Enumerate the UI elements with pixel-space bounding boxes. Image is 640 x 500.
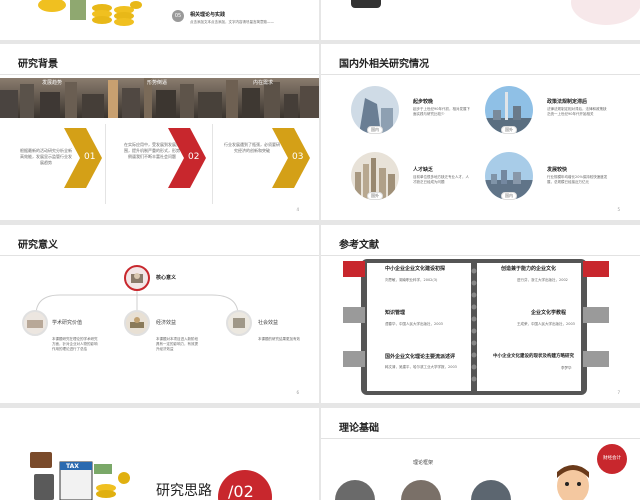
red-ribbon-1 [343,261,365,277]
slide-2[interactable] [321,0,640,40]
economic-benefit-icon [124,310,150,336]
column-divider [105,124,106,204]
slide-title: 国内外相关研究情况 [339,59,429,70]
finance-illustration: TAX [24,444,134,500]
slide-research-significance[interactable]: 研究意义 核心意义 学术研究价值 本课题研究在理论的学术研究方面，针对企业对人物… [0,225,319,403]
dark-shape-decoration [351,0,381,8]
section-description: 点击添加文本点击添加，文字内容请尽量言简意赅—— [190,20,274,24]
economic-benefit-label: 经济效益 [156,320,177,326]
slide-references[interactable]: 参考文献 中小企业企业文化建设初探 刘思敏，湖南职业科学，2002(3) 创造兼… [321,225,640,403]
gray-ribbon-4 [583,351,609,367]
framework-subtitle: 理论框架 [413,460,434,466]
card-1-number: 01 [84,152,96,162]
ref-6-author: 李梦华 [561,366,572,370]
column-divider [212,124,213,204]
slide-1[interactable]: 05 相关理论与实践 点击添加文本点击添加，文字内容请尽量言简意赅—— [0,0,319,40]
item-2-heading: 政策法规制定滞后 [547,99,588,105]
title-divider [321,438,640,439]
ref-5-title: 国外企业文化理论主要流派述评 [385,354,456,360]
academic-value-text: 本课题研究在理论的学术研究方面，针对企业对人物的影响作用的理论进行了总结 [52,337,98,351]
tab-trend: 发展趋势 [42,80,63,86]
ref-4-title: 企业文化学教程 [531,310,567,316]
gray-ribbon-2 [583,307,609,323]
slide-theoretical-basis[interactable]: 理论基础 理论框架 财经会计 [321,408,640,500]
ref-4-author: 王成荣，中国人民大学出版社，2003 [517,322,575,326]
tag-foreign-1: 国外 [501,126,517,134]
cartoon-character [547,462,599,500]
page-number: 4 [296,207,299,212]
academic-value-label: 学术研究价值 [52,320,83,326]
pink-circle-decoration [571,0,640,25]
ref-1-author: 刘思敏，湖南职业科学，2002(3) [385,278,438,282]
social-benefit-label: 社会效益 [258,320,279,326]
tag-domestic-1: 国内 [367,126,383,134]
page-number: 7 [617,390,620,395]
item-3-heading: 人才缺乏 [413,167,434,173]
ref-3-author: 谭春华，中国人民大学出版社，2003 [385,322,443,326]
gray-ribbon-1 [343,307,365,323]
slide-related-research[interactable]: 国内外相关研究情况 国内 起步较晚 起步于上世纪90年代初，相对发展下面实践与研… [321,44,640,220]
academic-value-icon [22,310,48,336]
slide-title: 理论基础 [339,423,379,434]
tab-labels: 发展趋势 形势倒逼 内在需求 [0,78,319,88]
card-3-number: 03 [292,152,304,162]
section-number: /02 [228,482,254,500]
tax-label: TAX [66,463,79,470]
ref-2-author: 进行芬，浙江大学出版社，2002 [517,278,568,282]
core-icon [124,265,150,291]
ref-1-title: 中小企业企业文化建设初探 [385,266,446,272]
red-ribbon-2 [583,261,609,277]
photo-circle-2 [401,480,441,500]
item-1-heading: 起步较晚 [413,99,434,105]
item-4-heading: 发展较快 [547,167,568,173]
photo-circle-3 [471,480,511,500]
tab-pressure: 形势倒逼 [147,80,168,86]
section-title: 研究思路 [156,483,212,499]
card-3-arrow: 03 [272,128,310,188]
item-2-text: 法律法规制定相对滞后，法律和政策缺乏统一上世纪90年代开始相关 [547,107,607,116]
slide-title: 研究背景 [18,59,58,70]
card-2-number: 02 [188,152,200,162]
page-number: 5 [617,207,620,212]
item-3-text: 目前单位很多地方缺乏专业人才，人才缺乏已经成为问题 [413,175,469,184]
gold-coins-image [32,0,142,30]
card-2-arrow: 02 [168,128,206,188]
ref-2-title: 创造兼于能力的企业文化 [501,266,557,272]
item-1-text: 起步于上世纪90年代初，相对发展下面实践与研究比较少 [413,107,470,116]
card-1-arrow: 01 [64,128,102,188]
tag-foreign-2: 国外 [367,192,383,200]
gray-ribbon-3 [343,351,365,367]
title-divider [0,74,319,75]
section-heading: 相关理论与实践 [190,12,226,18]
social-benefit-text: 本课题的研究结果更加有效 [258,337,300,341]
title-divider [321,74,640,75]
tab-internal: 内在需求 [253,80,274,86]
core-label: 核心意义 [156,275,177,281]
section-number-badge: 05 [172,10,184,22]
page-number: 6 [296,390,299,395]
economic-benefit-text: 本课题对本项目进入新阶段具有一定的影响力，有效提升经济效益 [156,337,198,351]
social-benefit-icon [226,310,252,336]
photo-circle-1 [335,480,375,500]
tag-domestic-2: 国内 [501,192,517,200]
ref-6-title: 中小企业文化建设的现状及构建方略研究 [493,354,574,359]
slide-research-background[interactable]: 研究背景 发展趋势 形势倒逼 内在需求 根据最新的活动研究分析全新高效能，发展显… [0,44,319,220]
ref-5-author: 韩文清，吴建平，哈尔滨工业大学学报，2003 [385,365,457,369]
slide-research-approach[interactable]: TAX 研究思路 /02 [0,408,319,500]
speech-bubble: 财经会计 [597,444,627,474]
item-4-text: 行业规模年均增长20%保持较快速度发展，总规模已经接近万亿元 [547,175,608,184]
slide-title: 参考文献 [339,240,379,251]
ref-3-title: 知识管理 [385,310,406,316]
tree-connector-lines [0,225,319,403]
